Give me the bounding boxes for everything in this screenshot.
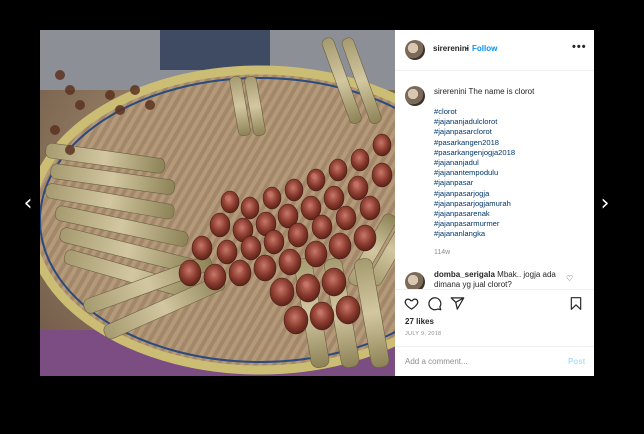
hashtag-link[interactable]: #jajanpasarclorot [434,127,515,137]
more-options-icon[interactable]: ••• [572,41,587,53]
header-separator: • [466,44,469,53]
follow-button[interactable]: Follow [472,44,497,53]
comment-like-heart-icon[interactable]: ♡ [566,274,573,283]
hashtag-link[interactable]: #jajananjadulclorot [434,117,515,127]
chevron-right-icon[interactable]: › [596,193,614,215]
hashtag-link[interactable]: #jajanpasarjogjamurah [434,199,515,209]
hashtag-list: #clorot #jajananjadulclorot #jajanpasarc… [434,107,515,240]
add-comment-input[interactable]: Add a comment... [405,357,468,366]
comment-item: domba_serigala Mbak.. jogja ada dimana y… [434,270,566,289]
add-comment-bar: Add a comment... Post [395,346,594,376]
hashtag-link[interactable]: #jajananjadul [434,158,515,168]
caption-age: 114w [434,249,451,256]
hashtag-link[interactable]: #pasarkangen2018 [434,138,515,148]
hashtag-link[interactable]: #clorot [434,107,515,117]
post-photo [40,30,395,376]
hashtag-link[interactable]: #jajanpasarenak [434,209,515,219]
bookmark-icon[interactable] [569,296,583,311]
hashtag-link[interactable]: #pasarkangenjogja2018 [434,148,515,158]
post-date: JULY 9, 2018 [405,331,442,337]
post-header: sirerenini • Follow ••• [395,30,594,71]
comments-list[interactable]: sirerenini The name is clorot #clorot #j… [395,71,594,289]
hashtag-link[interactable]: #jajanantempodulu [434,168,515,178]
heart-icon[interactable] [404,296,419,311]
chevron-left-icon[interactable]: ‹ [19,193,37,215]
hashtag-link[interactable]: #jajananlangka [434,229,515,239]
caption-text: The name is clorot [468,87,535,96]
post-author-username[interactable]: sirerenini [433,44,469,53]
caption: sirerenini The name is clorot [434,87,534,96]
share-icon[interactable] [450,296,465,311]
caption-avatar[interactable] [405,86,425,106]
post-side-panel: sirerenini • Follow ••• sirerenini The n… [395,30,594,376]
post-modal: sirerenini • Follow ••• sirerenini The n… [40,30,594,376]
comment-icon[interactable] [427,296,442,311]
hashtag-link[interactable]: #jajanpasarjogja [434,189,515,199]
avatar[interactable] [405,40,425,60]
likes-count[interactable]: 27 likes [405,317,434,326]
post-comment-button[interactable]: Post [568,357,585,366]
caption-username[interactable]: sirerenini [434,87,466,96]
hashtag-link[interactable]: #jajanpasarmurmer [434,219,515,229]
comment-avatar[interactable] [405,272,425,289]
comment-username[interactable]: domba_serigala [434,270,495,279]
hashtag-link[interactable]: #jajanpasar [434,178,515,188]
action-bar [395,289,594,318]
